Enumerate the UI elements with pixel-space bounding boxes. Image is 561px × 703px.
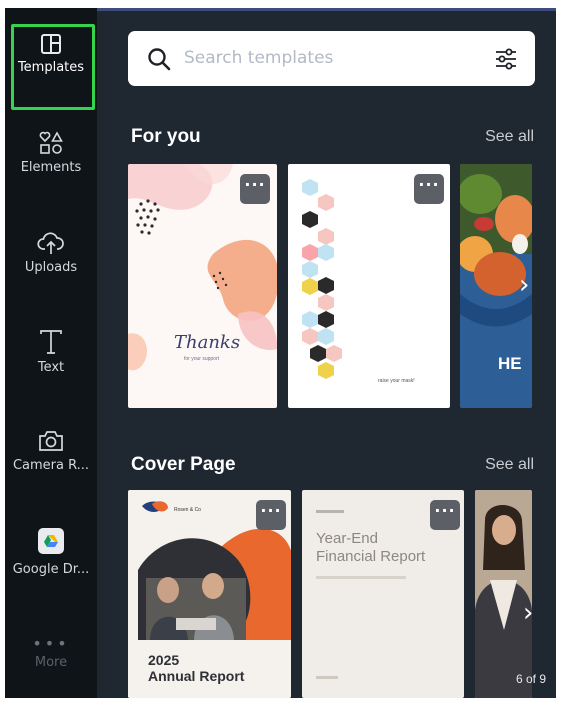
sidebar-item-templates[interactable]: Templates [5, 32, 97, 120]
thanks-subtext: for your support [184, 356, 220, 362]
sidebar-item-text[interactable]: Text [5, 328, 97, 416]
section-title-cover-page: Cover Page [131, 454, 236, 475]
sidebar-item-label: Text [37, 360, 65, 375]
food-heading-text: HE [498, 354, 522, 373]
portrait-photo [475, 490, 532, 698]
google-drive-icon [38, 528, 64, 554]
elements-icon [39, 131, 63, 154]
hexagon-caption: raise your mask! [378, 378, 415, 384]
see-all-cover-page-link[interactable]: See all [485, 456, 534, 474]
brand-name: Rosen & Co [174, 507, 201, 513]
template-card-hexagon[interactable]: raise your mask! ··· [288, 164, 450, 408]
see-all-for-you-link[interactable]: See all [485, 128, 534, 146]
carousel-next-arrow-cover-page[interactable]: › [523, 598, 533, 628]
card-more-button[interactable]: ··· [240, 174, 270, 204]
camera-icon [39, 431, 63, 451]
sidebar-item-label: Google Dr... [12, 562, 90, 577]
sidebar-item-label: Camera R... [12, 458, 90, 473]
report-title-line1: Year-End [316, 530, 378, 547]
report-year: 2025 [148, 652, 180, 668]
search-input[interactable] [184, 45, 474, 71]
section-title-for-you: For you [131, 126, 201, 147]
template-card-thanks[interactable]: Thanks for your support ··· [128, 164, 277, 408]
filter-sliders-icon[interactable] [493, 46, 519, 72]
sidebar-item-elements[interactable]: Elements [5, 130, 97, 218]
card-more-button[interactable]: ··· [256, 500, 286, 530]
header-line [316, 510, 344, 513]
template-card-annual-report[interactable]: Rosen & Co 2025 Annual Report ··· [128, 490, 291, 698]
sidebar-item-uploads[interactable]: Uploads [5, 230, 97, 318]
sidebar-item-label: Templates [17, 60, 85, 75]
page-count-indicator: 6 of 9 [515, 672, 546, 686]
upload-cloud-icon [37, 232, 64, 254]
sidebar: Templates Elements Uploads Text Camera R… [5, 8, 97, 698]
template-card-financial-report[interactable]: Year-End Financial Report ··· [302, 490, 464, 698]
templates-icon [41, 34, 61, 54]
template-panel-frame: Templates Elements Uploads Text Camera R… [5, 8, 556, 698]
report-title-line2: Financial Report [316, 548, 426, 565]
more-dots-icon: ••• [32, 634, 70, 653]
sidebar-item-google-drive[interactable]: Google Dr... [5, 528, 97, 616]
sidebar-item-more[interactable]: ••• More [5, 634, 97, 698]
sidebar-item-label: More [34, 655, 68, 670]
subtitle-line [316, 576, 406, 579]
sidebar-item-label: Elements [20, 160, 82, 175]
text-icon [40, 330, 62, 354]
thanks-text: Thanks [174, 332, 241, 353]
card-more-button[interactable]: ··· [430, 500, 460, 530]
template-card-portrait[interactable] [475, 490, 532, 698]
report-title: Annual Report [148, 668, 245, 684]
card-more-button[interactable]: ··· [414, 174, 444, 204]
search-icon [148, 48, 171, 71]
carousel-next-arrow-for-you[interactable]: › [519, 270, 529, 300]
sidebar-item-camera[interactable]: Camera R... [5, 428, 97, 516]
search-bar [128, 31, 535, 86]
sidebar-item-label: Uploads [24, 260, 78, 275]
footer-line [316, 676, 338, 679]
